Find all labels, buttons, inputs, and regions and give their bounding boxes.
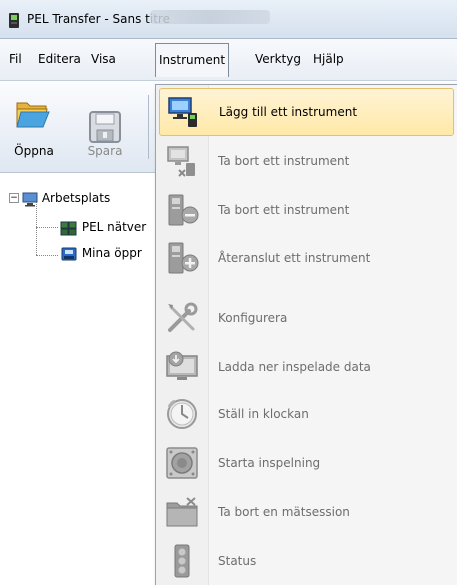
reconnect-instrument-icon [165, 241, 199, 275]
tree-collapse-toggle[interactable]: − [9, 193, 19, 203]
menu-item-label: Ta bort ett instrument [218, 154, 350, 168]
menu-item-label: Ta bort ett instrument [218, 203, 350, 217]
window-title: PEL Transfer - Sans titre [27, 12, 170, 26]
workspace-computer-icon [22, 192, 38, 206]
tree-label: Mina öppr [81, 246, 142, 260]
save-label: Spara [87, 144, 123, 158]
status-icon [165, 544, 199, 578]
menu-item-label: Ställ in klockan [218, 407, 309, 421]
menu-item-label: Konfigurera [218, 311, 288, 325]
menu-item-status[interactable]: Status [159, 538, 457, 584]
open-folder-icon [16, 102, 50, 128]
save-disk-icon [89, 111, 121, 143]
menu-visa[interactable]: Visa [91, 52, 116, 66]
open-button[interactable]: Öppna [4, 81, 64, 172]
tree-label: PEL nätver [81, 220, 147, 234]
menu-item-start-recording[interactable]: Starta inspelning [159, 440, 457, 486]
instrument-dropdown-menu: Lägg till ett instrument Ta bort ett ins… [155, 84, 457, 585]
menu-verktyg[interactable]: Verktyg [255, 52, 301, 66]
save-button[interactable]: Spara [75, 81, 135, 172]
tree-label: Arbetsplats [41, 191, 111, 205]
app-icon [9, 13, 19, 28]
tree-item-mina-oppna[interactable]: Mina öppr [60, 243, 142, 263]
toolbar-separator [148, 95, 149, 159]
menu-item-label: Återanslut ett instrument [218, 251, 371, 265]
remove-instrument-minus-icon [165, 193, 199, 227]
menu-item-label: Starta inspelning [218, 456, 321, 470]
menu-item-delete-session[interactable]: Ta bort en mätsession [159, 489, 457, 535]
tree-connector [36, 201, 37, 255]
add-instrument-icon [166, 95, 200, 129]
menu-bar: Fil Editera Visa Instrument Verktyg Hjäl… [0, 39, 457, 81]
title-blurred-filename [150, 10, 270, 24]
network-instruments-icon [60, 221, 77, 235]
open-label: Öppna [14, 144, 54, 158]
menu-item-add-instrument[interactable]: Lägg till ett instrument [159, 88, 454, 136]
menu-item-download-data[interactable]: Ladda ner inspelade data [159, 344, 457, 390]
remove-instrument-icon [165, 144, 199, 178]
menu-item-label: Status [218, 554, 257, 568]
menu-fil[interactable]: Fil [9, 52, 22, 66]
menu-item-configure[interactable]: Konfigurera [159, 295, 457, 341]
title-bar: PEL Transfer - Sans titre [0, 0, 457, 39]
menu-item-remove-instrument-2[interactable]: Ta bort ett instrument [159, 187, 457, 233]
delete-session-folder-icon [165, 495, 199, 529]
menu-editera[interactable]: Editera [38, 52, 81, 66]
configure-tools-icon [165, 301, 199, 335]
clock-icon [165, 397, 199, 431]
menu-item-remove-instrument[interactable]: Ta bort ett instrument [159, 138, 457, 184]
start-recording-icon [165, 446, 199, 480]
tree-item-pel-network[interactable]: PEL nätver [60, 217, 146, 237]
menu-instrument[interactable]: Instrument [155, 43, 230, 77]
tree-item-arbetsplats[interactable]: Arbetsplats [22, 188, 110, 208]
menu-item-label: Ta bort en mätsession [218, 505, 350, 519]
download-data-icon [165, 350, 199, 384]
tree-connector [36, 227, 58, 228]
open-sessions-icon [61, 247, 77, 260]
menu-hjalp[interactable]: Hjälp [313, 52, 344, 66]
toolbar: Öppna Spara [0, 81, 157, 173]
menu-item-label: Lägg till ett instrument [219, 105, 358, 119]
menu-item-reconnect-instrument[interactable]: Återanslut ett instrument [159, 235, 457, 281]
menu-item-set-clock[interactable]: Ställ in klockan [159, 391, 457, 437]
menu-item-label: Ladda ner inspelade data [218, 360, 371, 374]
tree-connector [36, 255, 58, 256]
